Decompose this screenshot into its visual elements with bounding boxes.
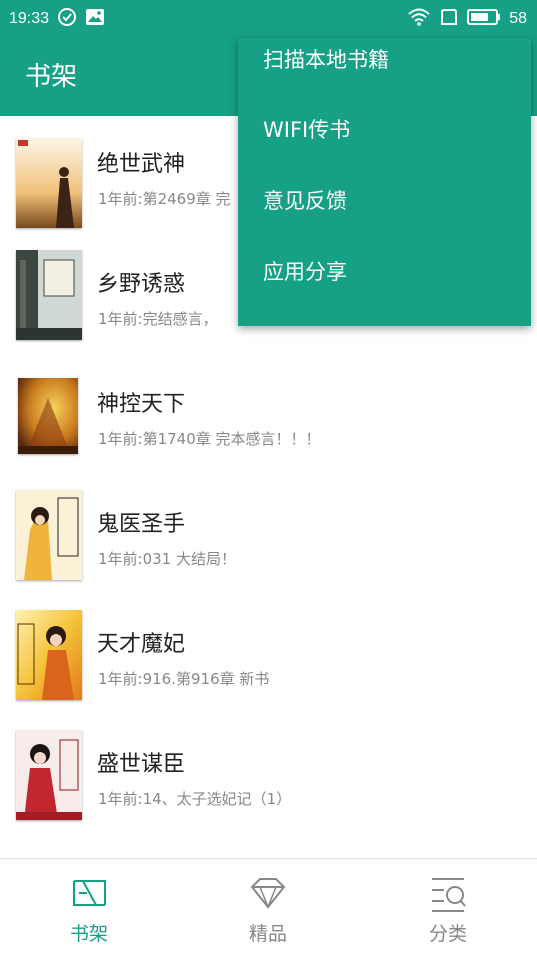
bottom-nav: 书架 精品 分类 — [0, 858, 537, 958]
list-item[interactable]: 神控天下 1年前:第1740章 完本感言！！！ — [0, 356, 537, 476]
tab-bookshelf[interactable]: 书架 — [29, 859, 149, 958]
book-cover — [18, 378, 78, 454]
book-title: 盛世谋臣 — [97, 752, 186, 777]
book-cover — [16, 730, 82, 820]
book-title: 天才魔妃 — [97, 632, 186, 657]
book-cover — [16, 138, 82, 228]
book-latest-chapter: 1年前:916.第916章 新书 — [98, 670, 270, 688]
book-title: 乡野诱惑 — [97, 272, 186, 297]
battery-level: 58 — [509, 10, 527, 27]
diamond-icon — [248, 873, 288, 917]
wifi-icon — [407, 7, 431, 31]
tab-category-label: 分类 — [428, 923, 467, 945]
book-latest-chapter: 1年前:14、太子选妃记（1） — [98, 790, 292, 808]
square-icon — [439, 7, 459, 31]
tab-premium-label: 精品 — [248, 923, 287, 945]
page-title: 书架 — [25, 62, 78, 92]
tab-bookshelf-label: 书架 — [69, 923, 108, 945]
status-time: 19:33 — [9, 10, 50, 27]
book-cover — [16, 490, 82, 580]
list-item[interactable]: 盛世谋臣 1年前:14、太子选妃记（1） — [0, 716, 537, 836]
overflow-menu: 扫描本地书籍 WIFI传书 意见反馈 应用分享 — [238, 38, 531, 326]
book-title: 鬼医圣手 — [97, 512, 186, 537]
tab-category[interactable]: 分类 — [388, 859, 508, 958]
battery-icon — [467, 8, 501, 30]
image-icon — [85, 8, 105, 30]
book-latest-chapter: 1年前:第1740章 完本感言！！！ — [98, 430, 321, 448]
menu-item-feedback[interactable]: 意见反馈 — [263, 185, 347, 215]
menu-item-scan-local[interactable]: 扫描本地书籍 — [263, 44, 389, 74]
book-latest-chapter: 1年前:第2469章 完 — [98, 190, 231, 208]
category-search-icon — [428, 873, 468, 917]
bookshelf-icon — [69, 873, 109, 917]
book-cover — [16, 610, 82, 700]
check-circle-icon — [57, 7, 77, 31]
book-latest-chapter: 1年前:031 大结局！ — [98, 550, 236, 568]
menu-item-share-app[interactable]: 应用分享 — [263, 256, 347, 286]
book-title: 神控天下 — [97, 392, 186, 417]
list-item[interactable]: 鬼医圣手 1年前:031 大结局！ — [0, 476, 537, 596]
status-bar: 19:33 58 — [0, 0, 537, 36]
book-title: 绝世武神 — [97, 152, 186, 177]
tab-premium[interactable]: 精品 — [208, 859, 328, 958]
list-item[interactable]: 天才魔妃 1年前:916.第916章 新书 — [0, 596, 537, 716]
book-latest-chapter: 1年前:完结感言， — [98, 310, 218, 328]
menu-item-wifi-transfer[interactable]: WIFI传书 — [263, 114, 350, 144]
book-cover — [16, 250, 82, 340]
